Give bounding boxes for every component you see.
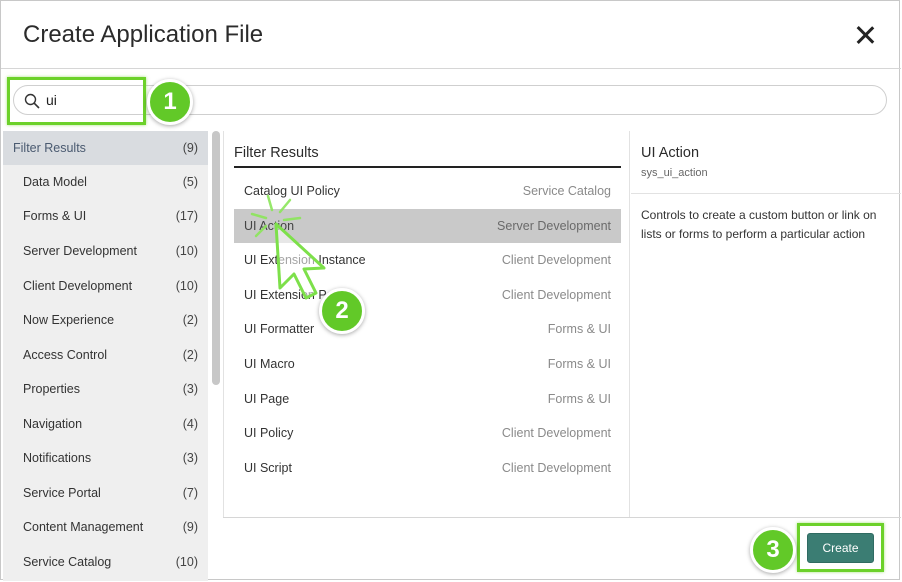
dialog-title: Create Application File xyxy=(23,21,264,48)
result-category: Client Development xyxy=(501,426,611,440)
sidebar-item-count: (3) xyxy=(182,451,198,465)
sidebar-item-count: (7) xyxy=(182,486,198,500)
result-name: UI Formatter xyxy=(244,322,315,336)
sidebar-item-count: (9) xyxy=(182,520,198,534)
step-badge-3: 3 xyxy=(750,527,796,573)
sidebar-item-count: (17) xyxy=(175,209,198,223)
sidebar-item-label: Data Model xyxy=(23,175,87,189)
result-category: Forms & UI xyxy=(547,322,611,336)
sidebar-item-service-portal[interactable]: Service Portal (7) xyxy=(3,476,208,510)
result-row-ui-script[interactable]: UI Script Client Development xyxy=(234,451,621,485)
detail-panel: UI Action sys_ui_action Controls to crea… xyxy=(631,131,901,517)
result-name: UI Script xyxy=(244,461,292,475)
results-heading: Filter Results xyxy=(234,145,319,161)
result-category: Client Development xyxy=(501,253,611,267)
sidebar-item-label: Now Experience xyxy=(23,313,115,327)
sidebar-item-count: (4) xyxy=(182,417,198,431)
sidebar-item-data-model[interactable]: Data Model (5) xyxy=(3,165,208,199)
detail-description: Controls to create a custom button or li… xyxy=(641,208,877,241)
sidebar-item-access-control[interactable]: Access Control (2) xyxy=(3,338,208,372)
sidebar-item-count: (9) xyxy=(182,141,198,155)
result-name: UI Page xyxy=(244,392,290,406)
close-icon[interactable] xyxy=(855,25,875,45)
sidebar-item-forms-ui[interactable]: Forms & UI (17) xyxy=(3,199,208,233)
sidebar-item-label: Client Development xyxy=(23,279,133,293)
sidebar-item-label: Service Portal xyxy=(23,486,101,500)
results-divider xyxy=(234,166,621,168)
sidebar-item-count: (3) xyxy=(182,382,198,396)
sidebar-item-client-development[interactable]: Client Development (10) xyxy=(3,269,208,303)
sidebar-item-label: Access Control xyxy=(23,348,108,362)
result-category: Client Development xyxy=(501,461,611,475)
sidebar-item-label: Service Catalog xyxy=(23,555,112,569)
sidebar-item-navigation[interactable]: Navigation (4) xyxy=(3,407,208,441)
sidebar-scrollbar[interactable] xyxy=(212,131,220,385)
category-sidebar: Filter Results (9) Data Model (5) Forms … xyxy=(3,131,208,581)
sidebar-item-count: (2) xyxy=(182,348,198,362)
sidebar-item-label: Filter Results xyxy=(13,141,86,155)
sidebar-item-count: (5) xyxy=(182,175,198,189)
result-name: UI Macro xyxy=(244,357,295,371)
sidebar-item-count: (2) xyxy=(182,313,198,327)
result-category: Client Development xyxy=(501,288,611,302)
sidebar-item-content-management[interactable]: Content Management (9) xyxy=(3,510,208,544)
sidebar-item-notifications[interactable]: Notifications (3) xyxy=(3,441,208,475)
sidebar-item-server-development[interactable]: Server Development (10) xyxy=(3,234,208,268)
sidebar-item-label: Forms & UI xyxy=(23,209,87,223)
sidebar-item-properties[interactable]: Properties (3) xyxy=(3,372,208,406)
detail-table-name: sys_ui_action xyxy=(641,167,708,179)
result-category: Forms & UI xyxy=(547,392,611,406)
sidebar-item-now-experience[interactable]: Now Experience (2) xyxy=(3,303,208,337)
search-highlight-box xyxy=(7,77,146,125)
sidebar-item-label: Server Development xyxy=(23,244,137,258)
sidebar-item-filter-results[interactable]: Filter Results (9) xyxy=(3,131,208,165)
result-row-ui-macro[interactable]: UI Macro Forms & UI xyxy=(234,347,621,381)
step-badge-1: 1 xyxy=(147,79,193,125)
sidebar-item-label: Notifications xyxy=(23,451,92,465)
sidebar-item-count: (10) xyxy=(175,244,198,258)
create-highlight-box xyxy=(797,523,884,572)
detail-divider xyxy=(631,193,901,194)
result-category: Forms & UI xyxy=(547,357,611,371)
sidebar-item-label: Content Management xyxy=(23,520,144,534)
result-name: UI Policy xyxy=(244,426,294,440)
sidebar-item-service-catalog[interactable]: Service Catalog (10) xyxy=(3,545,208,579)
result-category: Service Catalog xyxy=(522,184,611,198)
result-category: Server Development xyxy=(497,219,611,233)
result-row-ui-policy[interactable]: UI Policy Client Development xyxy=(234,416,621,450)
sidebar-item-label: Properties xyxy=(23,382,80,396)
results-panel: Filter Results Catalog UI Policy Service… xyxy=(223,131,630,517)
detail-title: UI Action xyxy=(641,145,700,161)
sidebar-item-count: (10) xyxy=(175,279,198,293)
step-badge-2: 2 xyxy=(319,288,365,334)
result-row-ui-page[interactable]: UI Page Forms & UI xyxy=(234,382,621,416)
sidebar-item-label: Navigation xyxy=(23,417,83,431)
dialog-header: Create Application File xyxy=(1,1,901,69)
sidebar-item-count: (10) xyxy=(175,555,198,569)
